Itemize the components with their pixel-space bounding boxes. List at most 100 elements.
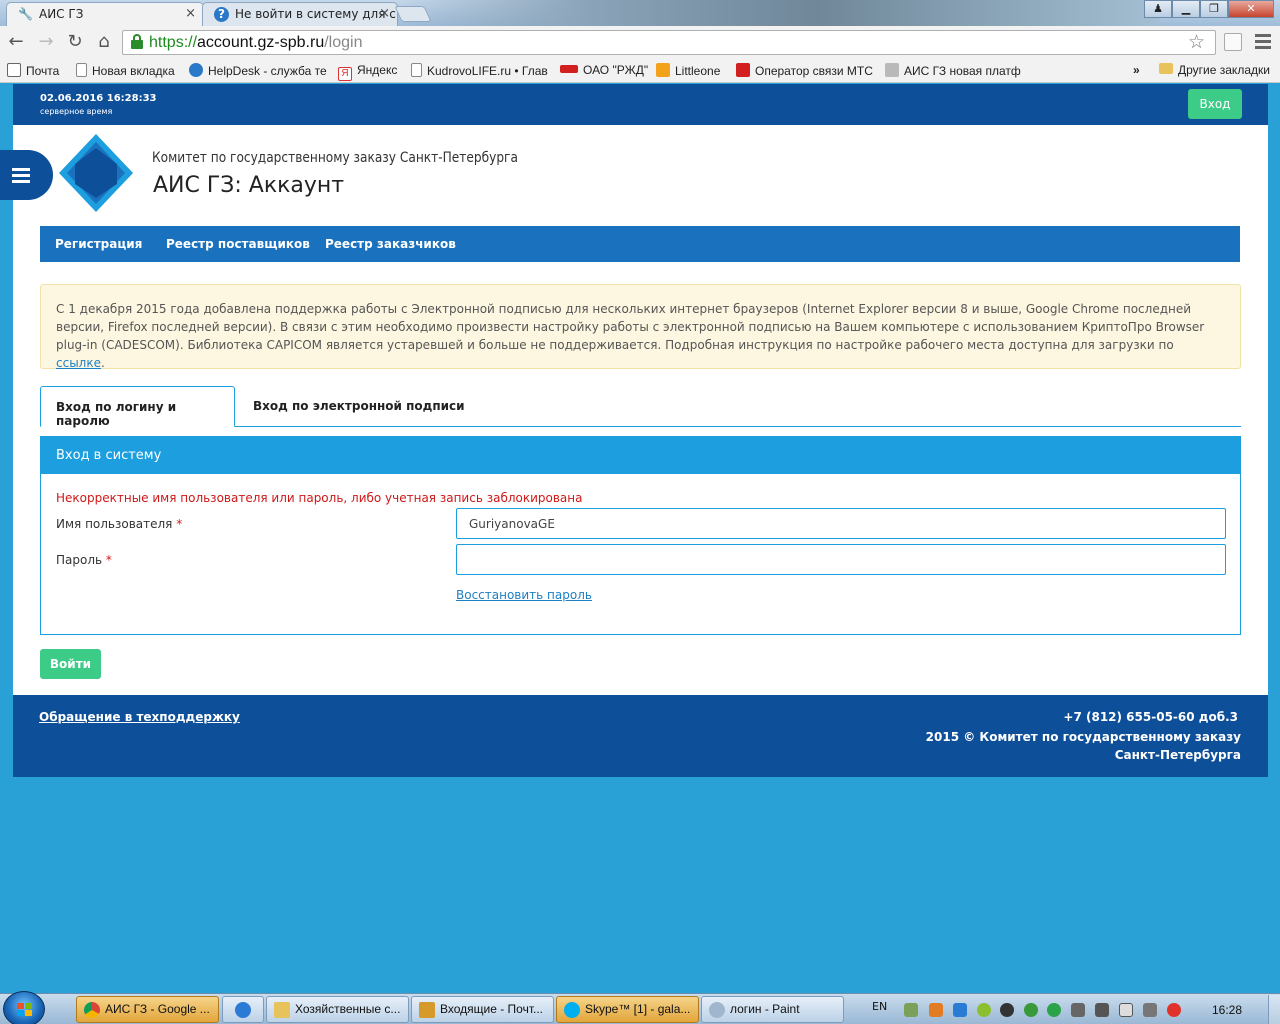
tab-login-password[interactable]: Вход по логину и паролю [40, 386, 235, 428]
nav-item-customers-registry[interactable]: Реестр заказчиков [325, 237, 456, 251]
notice-link[interactable]: ссылке [56, 356, 101, 370]
submit-login-button[interactable]: Войти [40, 649, 101, 679]
bookmark-item[interactable]: Новая вкладка [76, 63, 175, 78]
bookmark-item[interactable]: KudrovoLIFE.ru • Глав [411, 63, 548, 78]
browser-tab-title: Не войти в систему для с [235, 7, 396, 21]
tab-electronic-signature[interactable]: Вход по электронной подписи [238, 386, 480, 427]
tray-volume-icon[interactable] [1143, 1003, 1157, 1017]
folder-icon [1159, 63, 1173, 74]
username-input[interactable] [456, 508, 1226, 539]
lock-icon [130, 34, 144, 50]
back-arrow-icon[interactable]: ← [4, 31, 28, 53]
rzd-icon [560, 65, 578, 73]
help-favicon-icon: ? [214, 7, 229, 22]
tray-app-icon[interactable] [929, 1003, 943, 1017]
home-icon[interactable]: ⌂ [92, 31, 116, 53]
copyright: 2015 © Комитет по государственному заказ… [925, 730, 1241, 762]
start-button[interactable] [3, 991, 45, 1024]
login-method-tabs: Вход по логину и паролю Вход по электрон… [40, 386, 1241, 428]
tray-flag-icon[interactable] [1119, 1003, 1133, 1017]
browser-titlebar: 🔧 АИС ГЗ × ? Не войти в систему для с × … [0, 0, 1280, 26]
extension-icon[interactable] [1224, 33, 1242, 51]
notice-alert: С 1 декабря 2015 года добавлена поддержк… [40, 284, 1241, 370]
bookmark-star-icon[interactable]: ☆ [1188, 31, 1205, 53]
address-bar[interactable]: https://account.gz-spb.ru/login [122, 30, 1216, 55]
tray-status-icon[interactable] [1047, 1003, 1061, 1017]
restore-password-link[interactable]: Восстановить пароль [456, 588, 592, 602]
wrench-icon [885, 63, 899, 77]
minimize-button[interactable]: ▁ [1172, 0, 1200, 18]
browser-toolbar: ← → ↻ ⌂ https://account.gz-spb.ru/login [0, 26, 1280, 59]
os-taskbar: АИС ГЗ - Google ... Хозяйственные с... В… [0, 991, 1280, 1024]
language-indicator[interactable]: EN [872, 1000, 887, 1013]
bookmark-item[interactable]: Littleone [656, 63, 720, 78]
paint-icon [709, 1002, 725, 1018]
username-label: Имя пользователя * [56, 517, 183, 531]
close-tab-icon[interactable]: × [185, 6, 196, 21]
taskbar-item-ie[interactable] [222, 996, 264, 1023]
window-controls: ♟ ▁ ❐ ✕ [1144, 0, 1274, 18]
taskbar-item-paint[interactable]: логин - Paint [701, 996, 844, 1023]
taskbar-item-skype[interactable]: Skype™ [1] - gala... [556, 996, 699, 1023]
outlook-icon [419, 1002, 435, 1018]
other-bookmarks-folder[interactable]: Другие закладки [1159, 63, 1270, 77]
close-window-button[interactable]: ✕ [1228, 0, 1274, 18]
bookmark-item[interactable]: HelpDesk - служба те [189, 63, 327, 78]
org-name: Комитет по государственному заказу Санкт… [152, 150, 518, 166]
maximize-button[interactable]: ❐ [1200, 0, 1228, 18]
tray-media-icon[interactable] [1000, 1003, 1014, 1017]
browser-tab-ais-gz[interactable]: 🔧 АИС ГЗ × [6, 2, 204, 26]
littleone-icon [656, 63, 670, 77]
notice-tail: . [100, 356, 105, 370]
skype-icon [564, 1002, 580, 1018]
yandex-icon: Я [338, 67, 352, 81]
bookmark-item[interactable]: ОАО "РЖД" [560, 63, 648, 77]
bookmark-item[interactable]: Оператор связи МТС [736, 63, 873, 78]
taskbar-item-folder[interactable]: Хозяйственные с... [266, 996, 409, 1023]
taskbar-item-outlook[interactable]: Входящие - Почт... [411, 996, 554, 1023]
login-panel: Вход в систему Некорректные имя пользова… [40, 436, 1241, 635]
support-phone: +7 (812) 655-05-60 доб.3 [1063, 710, 1238, 724]
page-icon [411, 63, 422, 77]
server-time: 02.06.2016 16:28:33 [40, 93, 157, 104]
password-label: Пароль * [56, 553, 112, 567]
tray-monitor-icon[interactable] [1095, 1003, 1109, 1017]
login-panel-title: Вход в систему [41, 437, 1240, 474]
password-input[interactable] [456, 544, 1226, 575]
mail-icon [7, 63, 21, 77]
show-desktop-button[interactable] [1268, 995, 1280, 1024]
reload-icon[interactable]: ↻ [63, 31, 87, 53]
hamburger-icon [12, 168, 30, 171]
tray-antivirus-icon[interactable] [1167, 1003, 1181, 1017]
bookmarks-bar: Почта Новая вкладка HelpDesk - служба те… [0, 59, 1280, 83]
tray-sync-icon[interactable] [1024, 1003, 1038, 1017]
address-url: https://account.gz-spb.ru/login [149, 34, 363, 51]
bookmarks-overflow-button[interactable]: » [1133, 63, 1140, 77]
bookmark-item[interactable]: Я Яндекс [338, 63, 397, 81]
bookmark-item[interactable]: Почта [7, 63, 59, 78]
windows-logo-icon [17, 1003, 33, 1017]
bookmark-item[interactable]: АИС ГЗ новая платф [885, 63, 1021, 78]
header-login-button[interactable]: Вход [1188, 89, 1242, 119]
sidebar-menu-button[interactable] [0, 150, 53, 200]
nav-item-suppliers-registry[interactable]: Реестр поставщиков [166, 237, 310, 251]
committee-logo [59, 134, 133, 212]
chrome-menu-icon[interactable] [1255, 34, 1271, 50]
notice-text: С 1 декабря 2015 года добавлена поддержк… [56, 302, 1205, 352]
tray-agent-icon[interactable] [977, 1003, 991, 1017]
tray-device-icon[interactable] [1071, 1003, 1085, 1017]
tray-security-icon[interactable] [953, 1003, 967, 1017]
tray-network-icon[interactable] [904, 1003, 918, 1017]
support-link[interactable]: Обращение в техподдержку [39, 710, 240, 724]
nav-item-registration[interactable]: Регистрация [55, 237, 142, 251]
footer: Обращение в техподдержку +7 (812) 655-05… [13, 695, 1268, 777]
page: 02.06.2016 16:28:33 серверное время Вход… [0, 84, 1268, 777]
required-marker: * [105, 553, 112, 567]
browser-tab-help[interactable]: ? Не войти в систему для с × [202, 2, 398, 26]
user-profile-icon[interactable]: ♟ [1144, 0, 1172, 18]
taskbar-item-chrome[interactable]: АИС ГЗ - Google ... [76, 996, 219, 1023]
folder-icon [274, 1002, 290, 1018]
forward-arrow-icon[interactable]: → [34, 31, 58, 53]
close-tab-icon[interactable]: × [379, 6, 390, 21]
taskbar-clock[interactable]: 16:28 [1212, 1003, 1242, 1017]
